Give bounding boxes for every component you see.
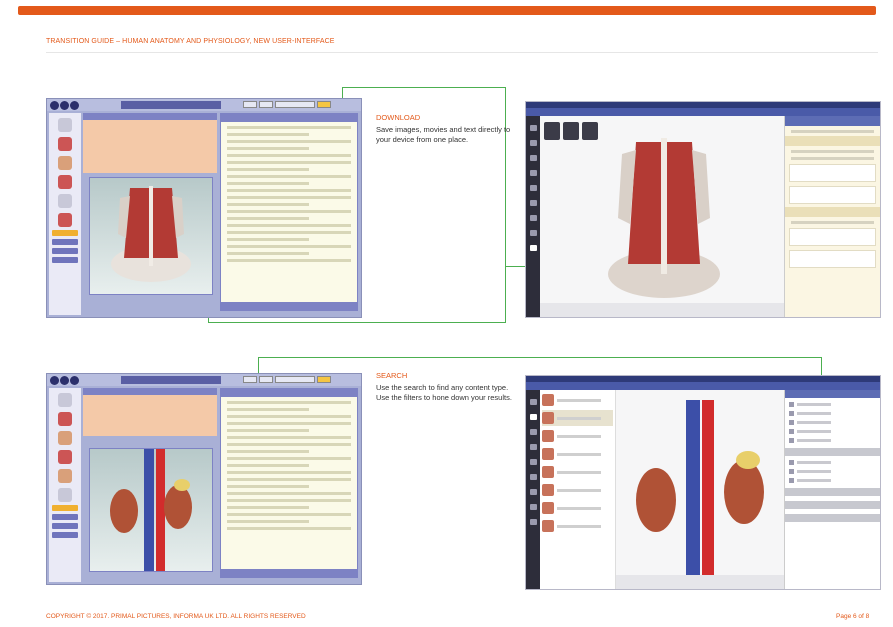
old-ui-screenshot-download [46, 98, 362, 318]
old-ui-3d-viewer-kidneys [89, 448, 213, 572]
new-ui-screenshot-download [525, 101, 881, 318]
search-caption: SEARCH Use the search to find any conten… [376, 371, 516, 402]
header-divider [46, 52, 878, 53]
old-ui-toolbar-buttons [243, 101, 331, 108]
back-muscles-illustration [111, 186, 191, 282]
old-ui-content-panel [220, 113, 358, 311]
footer-page-number: Page 6 of 8 [836, 613, 870, 620]
footer-copyright: COPYRIGHT © 2017. PRIMAL PICTURES, INFOR… [46, 613, 306, 620]
new-ui-screenshot-search [525, 375, 881, 590]
download-caption-title: DOWNLOAD [376, 113, 421, 122]
old-ui-3d-viewer [89, 177, 213, 295]
top-accent-bar [18, 6, 876, 15]
new-ui-3d-viewer [540, 116, 784, 317]
kidneys-illustration [110, 449, 192, 571]
old-ui-logo [50, 101, 79, 110]
old-ui-screenshot-search [46, 373, 362, 585]
download-connector-new-stub [506, 266, 525, 267]
kidneys-illustration-new [636, 400, 764, 580]
new-ui-content-sidebar [784, 116, 880, 317]
search-caption-title: SEARCH [376, 371, 408, 380]
download-icon [529, 245, 537, 251]
page-header-title: TRANSITION GUIDE – HUMAN ANATOMY AND PHY… [46, 38, 335, 45]
search-results-list [540, 390, 616, 589]
back-muscles-illustration-new [608, 138, 720, 298]
search-filters-panel [784, 390, 880, 589]
old-ui-task-panel [83, 113, 217, 173]
old-ui-sidebar [49, 113, 81, 315]
new-ui-3d-viewer-kidneys [616, 390, 784, 589]
search-icon [529, 414, 537, 420]
search-caption-body: Use the search to find any content type.… [376, 383, 512, 402]
download-caption: DOWNLOAD Save images, movies and text di… [376, 113, 516, 144]
old-ui-toolbar [47, 99, 361, 111]
new-ui-icon-rail [526, 116, 540, 317]
viewer-controls [540, 303, 784, 317]
old-ui-module-title [121, 101, 221, 109]
download-caption-body: Save images, movies and text directly to… [376, 125, 511, 144]
